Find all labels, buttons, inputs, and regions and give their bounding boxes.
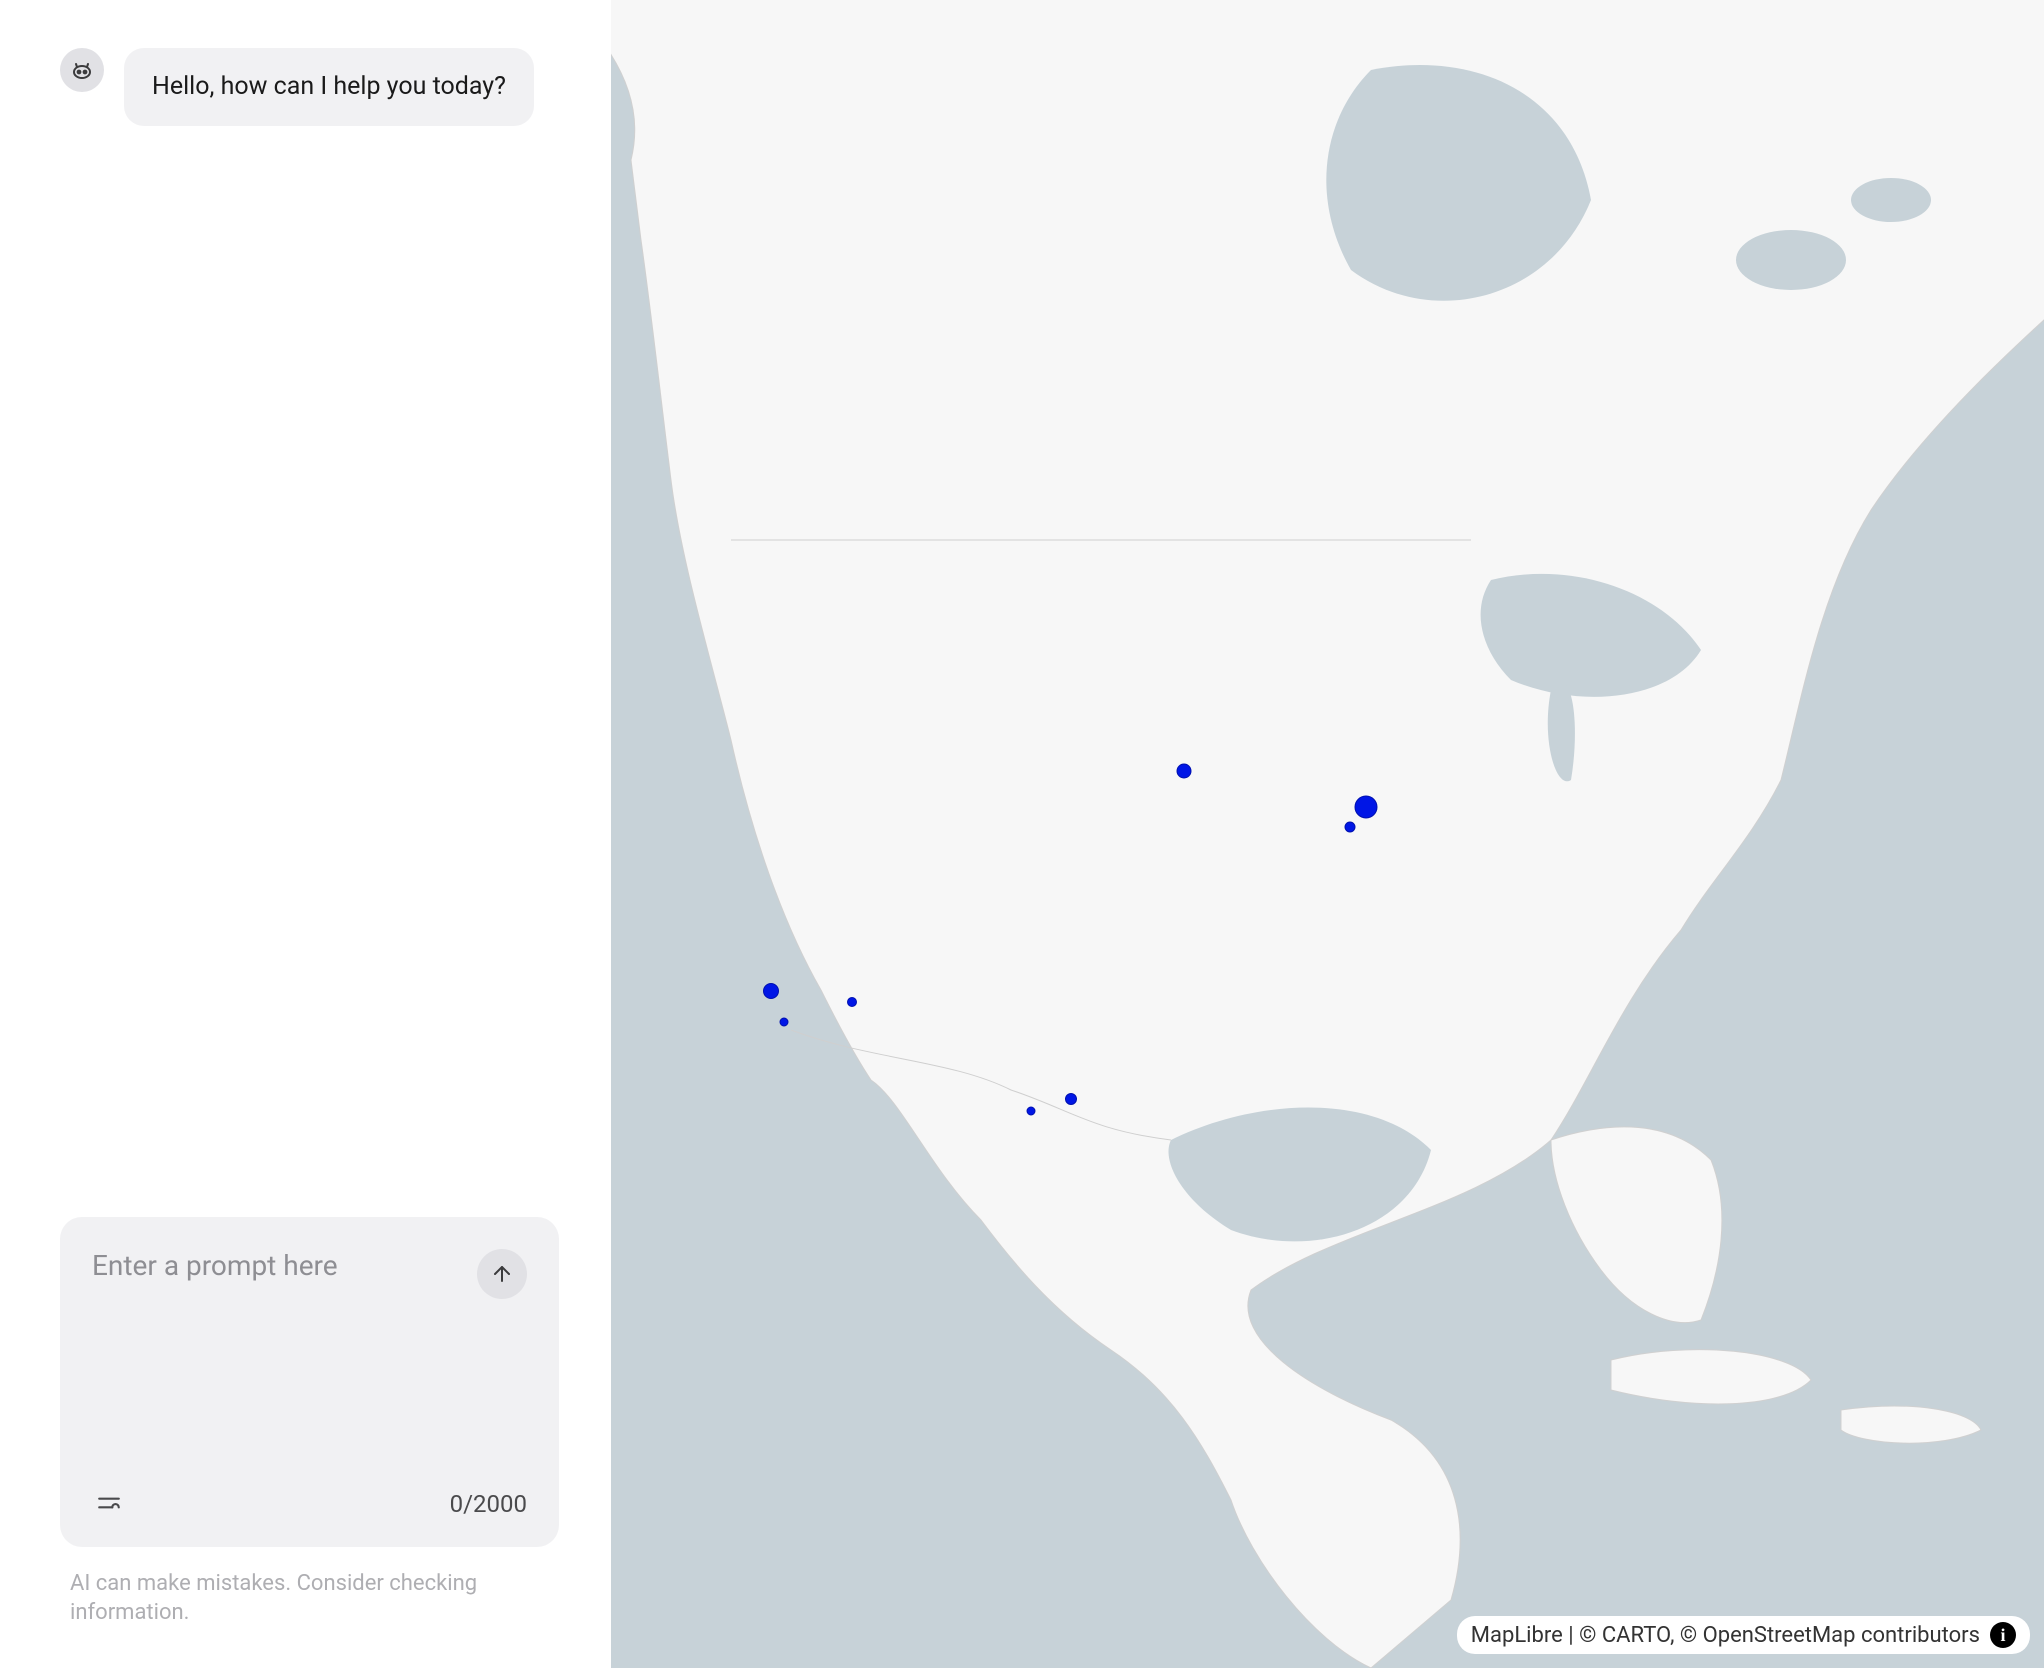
composer-bottom: 0/2000 <box>92 1486 527 1523</box>
robot-icon <box>70 58 94 82</box>
markers-layer <box>611 0 2044 1668</box>
assistant-message-bubble: Hello, how can I help you today? <box>124 48 534 126</box>
maplibre-link[interactable]: MapLibre <box>1471 1623 1563 1648</box>
sliders-icon <box>96 1490 122 1516</box>
map-attribution: MapLibre | © CARTO, © OpenStreetMap cont… <box>1457 1616 2030 1654</box>
contributors-text: contributors <box>1856 1623 1981 1648</box>
map-marker-los-angeles-area[interactable] <box>763 983 779 999</box>
char-counter: 0/2000 <box>450 1490 527 1518</box>
info-icon[interactable]: i <box>1990 1622 2016 1648</box>
map-marker-northeast-large[interactable] <box>1355 796 1378 819</box>
assistant-message-text: Hello, how can I help you today? <box>152 72 506 101</box>
composer-settings-button[interactable] <box>92 1486 126 1523</box>
map-panel[interactable]: MapLibre | © CARTO, © OpenStreetMap cont… <box>611 0 2044 1668</box>
arrow-up-icon <box>490 1262 514 1286</box>
composer: 0/2000 <box>60 1217 559 1547</box>
assistant-message-row: Hello, how can I help you today? <box>60 48 559 126</box>
ai-disclaimer: AI can make mistakes. Consider checking … <box>60 1569 559 1628</box>
map-marker-inland-ca[interactable] <box>780 1018 789 1027</box>
send-button[interactable] <box>477 1249 527 1299</box>
map-marker-chicago-area[interactable] <box>1177 763 1192 778</box>
chat-spacer <box>60 126 559 1217</box>
map-marker-houston-area[interactable] <box>1065 1093 1077 1105</box>
map-marker-south-texas[interactable] <box>1027 1106 1036 1115</box>
chat-panel: Hello, how can I help you today? <box>0 0 611 1668</box>
map-marker-northeast-small[interactable] <box>1345 822 1356 833</box>
carto-link[interactable]: © CARTO <box>1579 1623 1670 1648</box>
osm-link[interactable]: © OpenStreetMap <box>1680 1623 1856 1648</box>
composer-top <box>92 1249 527 1409</box>
chat-messages: Hello, how can I help you today? <box>60 48 559 126</box>
attribution-separator: | <box>1563 1623 1579 1648</box>
map-marker-arizona-area[interactable] <box>847 997 857 1007</box>
prompt-input[interactable] <box>92 1249 467 1409</box>
assistant-avatar <box>60 48 104 92</box>
